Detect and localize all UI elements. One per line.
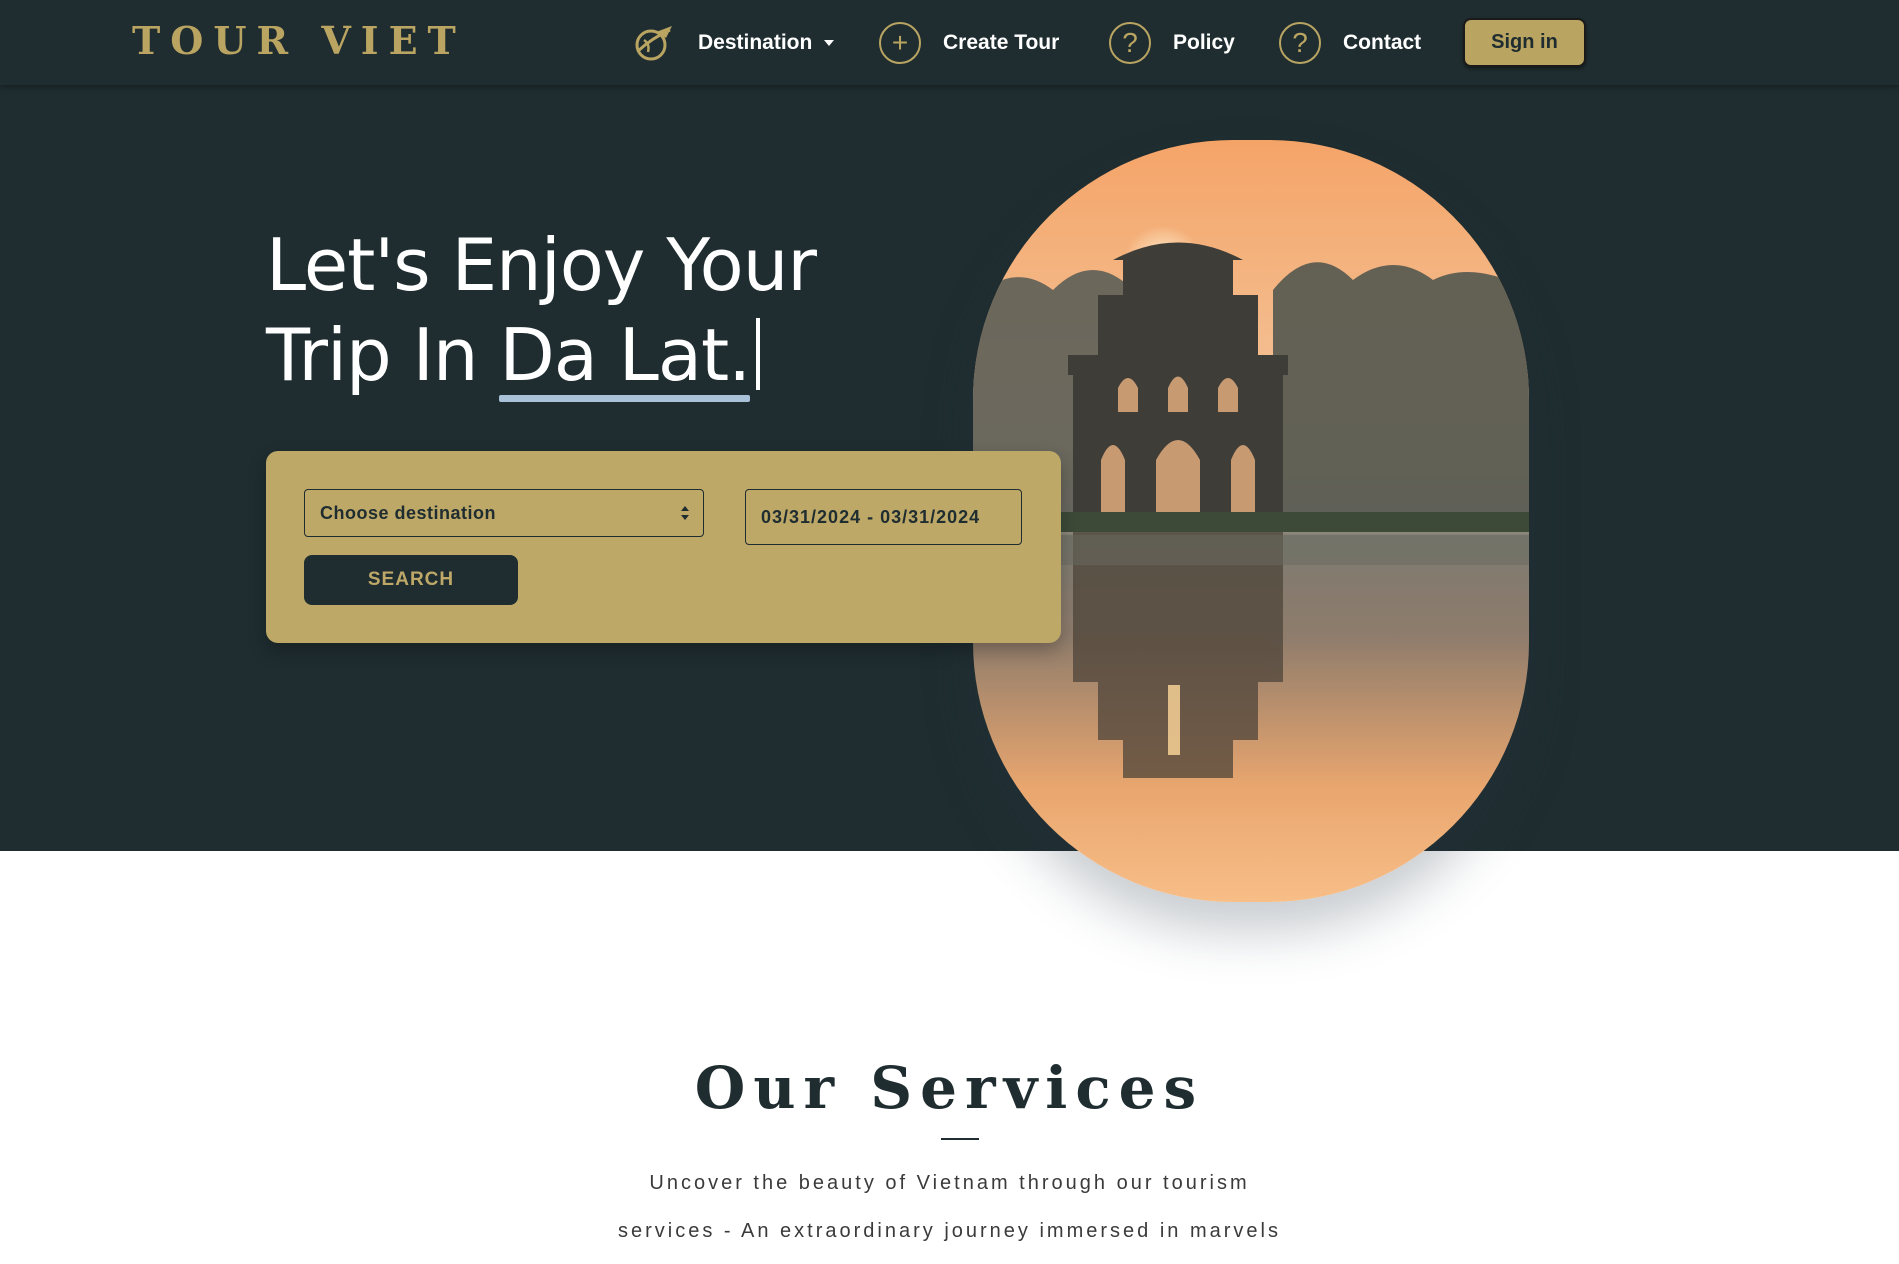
hero-destination-accent: Da Lat.	[499, 310, 751, 402]
chevron-down-icon	[824, 40, 835, 46]
nav-contact-label: Contact	[1343, 31, 1422, 54]
search-button[interactable]: SEARCH	[304, 555, 518, 605]
nav-policy-label: Policy	[1173, 31, 1235, 54]
select-arrows-icon	[681, 506, 689, 520]
services-title: Our Services	[694, 1054, 1205, 1122]
question-circle-icon: ?	[1279, 22, 1321, 64]
brand-logo[interactable]: TOUR VIET	[132, 18, 466, 63]
nav-destination[interactable]: Destination	[630, 20, 835, 66]
navbar: TOUR VIET Destination + Create Tour ? Po…	[0, 0, 1899, 85]
nav-destination-label: Destination	[698, 31, 813, 54]
plane-globe-icon	[630, 22, 676, 64]
hero-line-2: Trip In Da Lat.	[266, 310, 816, 402]
date-range-input[interactable]: 03/31/2024 - 03/31/2024	[745, 489, 1022, 545]
sign-in-button[interactable]: Sign in	[1463, 18, 1586, 67]
plus-circle-icon: +	[879, 22, 921, 64]
hero-headline: Let's Enjoy Your Trip In Da Lat.	[266, 220, 817, 402]
hero-line-1: Let's Enjoy Your	[266, 223, 817, 307]
hero-line-2-prefix: Trip In	[266, 313, 500, 397]
services-description-line-2: services - An extraordinary journey imme…	[618, 1220, 1281, 1242]
nav-create-tour-label: Create Tour	[943, 31, 1060, 54]
destination-select[interactable]: Choose destination	[304, 489, 704, 537]
question-circle-icon: ?	[1109, 22, 1151, 64]
nav-create-tour[interactable]: + Create Tour	[879, 20, 1059, 66]
services-description-line-1: Uncover the beauty of Vietnam through ou…	[649, 1172, 1250, 1194]
services-divider	[941, 1138, 979, 1140]
nav-policy[interactable]: ? Policy	[1109, 20, 1235, 66]
typing-cursor	[756, 318, 761, 390]
search-card: Choose destination 03/31/2024 - 03/31/20…	[266, 451, 1061, 643]
destination-select-value: Choose destination	[320, 502, 497, 523]
nav-contact[interactable]: ? Contact	[1279, 20, 1421, 66]
